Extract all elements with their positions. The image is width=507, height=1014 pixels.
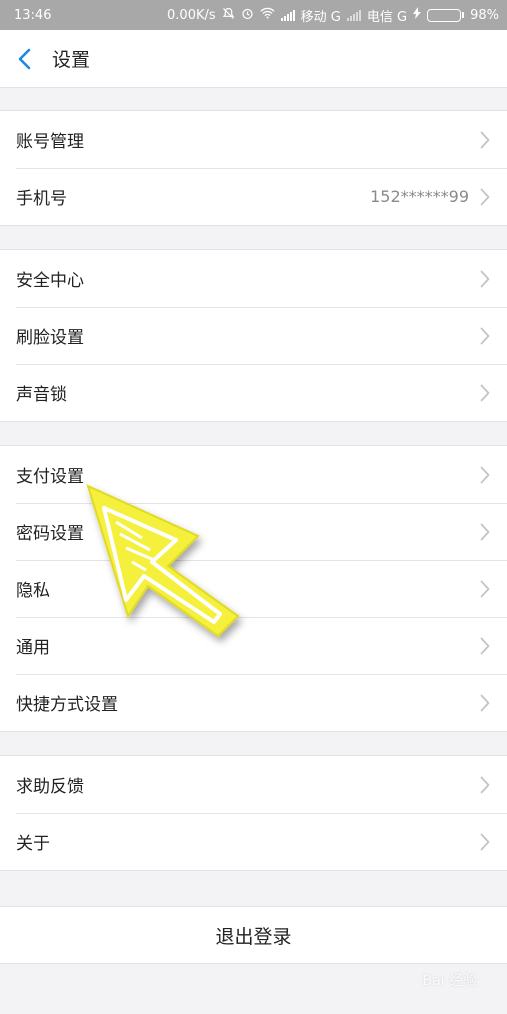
row-about[interactable]: 关于 [0, 813, 507, 870]
nav-bar: 设置 [0, 30, 507, 88]
row-label: 账号管理 [16, 132, 84, 152]
battery-icon [427, 8, 465, 22]
chevron-right-icon [479, 693, 491, 713]
settings-group-account: 账号管理 手机号 152******99 [0, 110, 507, 226]
row-shortcut-settings[interactable]: 快捷方式设置 [0, 674, 507, 731]
settings-group-security: 安全中心 刷脸设置 声音锁 [0, 249, 507, 422]
chevron-right-icon [479, 465, 491, 485]
status-bar: 13:46 0.00K/s 移动 G 电信 G 98% [0, 0, 507, 30]
charging-icon [413, 7, 422, 23]
row-security-center[interactable]: 安全中心 [0, 250, 507, 307]
chevron-right-icon [479, 832, 491, 852]
status-indicators: 0.00K/s 移动 G 电信 G 98% [167, 6, 499, 25]
row-privacy[interactable]: 隐私 [0, 560, 507, 617]
wifi-icon [260, 7, 275, 23]
back-button[interactable] [0, 30, 48, 88]
signal-icon [346, 9, 361, 21]
watermark: Bai 经验 [422, 973, 477, 989]
page-title: 设置 [52, 49, 91, 71]
row-label: 支付设置 [16, 467, 84, 487]
row-label: 快捷方式设置 [16, 695, 118, 715]
mute-icon [222, 7, 235, 24]
status-time: 13:46 [14, 7, 52, 23]
row-password-settings[interactable]: 密码设置 [0, 503, 507, 560]
row-label: 密码设置 [16, 524, 84, 544]
row-label: 手机号 [16, 189, 67, 209]
row-label: 通用 [16, 638, 50, 658]
row-label: 声音锁 [16, 385, 67, 405]
settings-group-help: 求助反馈 关于 [0, 755, 507, 871]
row-label: 刷脸设置 [16, 328, 84, 348]
logout-label: 退出登录 [215, 925, 292, 948]
back-arrow-icon [18, 48, 31, 69]
chevron-right-icon [479, 775, 491, 795]
battery-percent: 98% [470, 7, 499, 23]
row-general[interactable]: 通用 [0, 617, 507, 674]
phone-number-value: 152******99 [370, 187, 469, 206]
network-speed: 0.00K/s [167, 7, 216, 23]
row-account-management[interactable]: 账号管理 [0, 111, 507, 168]
settings-group-payment: 支付设置 密码设置 隐私 通用 快捷方式设置 [0, 445, 507, 732]
chevron-right-icon [479, 383, 491, 403]
signal-icon [280, 9, 295, 21]
logout-button[interactable]: 退出登录 [0, 906, 507, 964]
chevron-right-icon [479, 326, 491, 346]
row-label: 求助反馈 [16, 777, 84, 797]
row-label: 隐私 [16, 581, 50, 601]
row-label: 关于 [16, 834, 50, 854]
row-voice-lock[interactable]: 声音锁 [0, 364, 507, 421]
alarm-icon [241, 7, 254, 24]
row-payment-settings[interactable]: 支付设置 [0, 446, 507, 503]
carrier-2: 电信 G [366, 9, 408, 25]
row-help-feedback[interactable]: 求助反馈 [0, 756, 507, 813]
chevron-right-icon [479, 636, 491, 656]
chevron-right-icon [479, 522, 491, 542]
carrier-1: 移动 G [300, 9, 341, 25]
chevron-right-icon [479, 269, 491, 289]
chevron-right-icon [479, 130, 491, 150]
chevron-right-icon [479, 579, 491, 599]
chevron-right-icon [479, 187, 491, 207]
row-face-settings[interactable]: 刷脸设置 [0, 307, 507, 364]
annotation-arrow-icon [86, 484, 240, 638]
row-label: 安全中心 [16, 271, 84, 291]
row-phone-number[interactable]: 手机号 152******99 [0, 168, 507, 225]
